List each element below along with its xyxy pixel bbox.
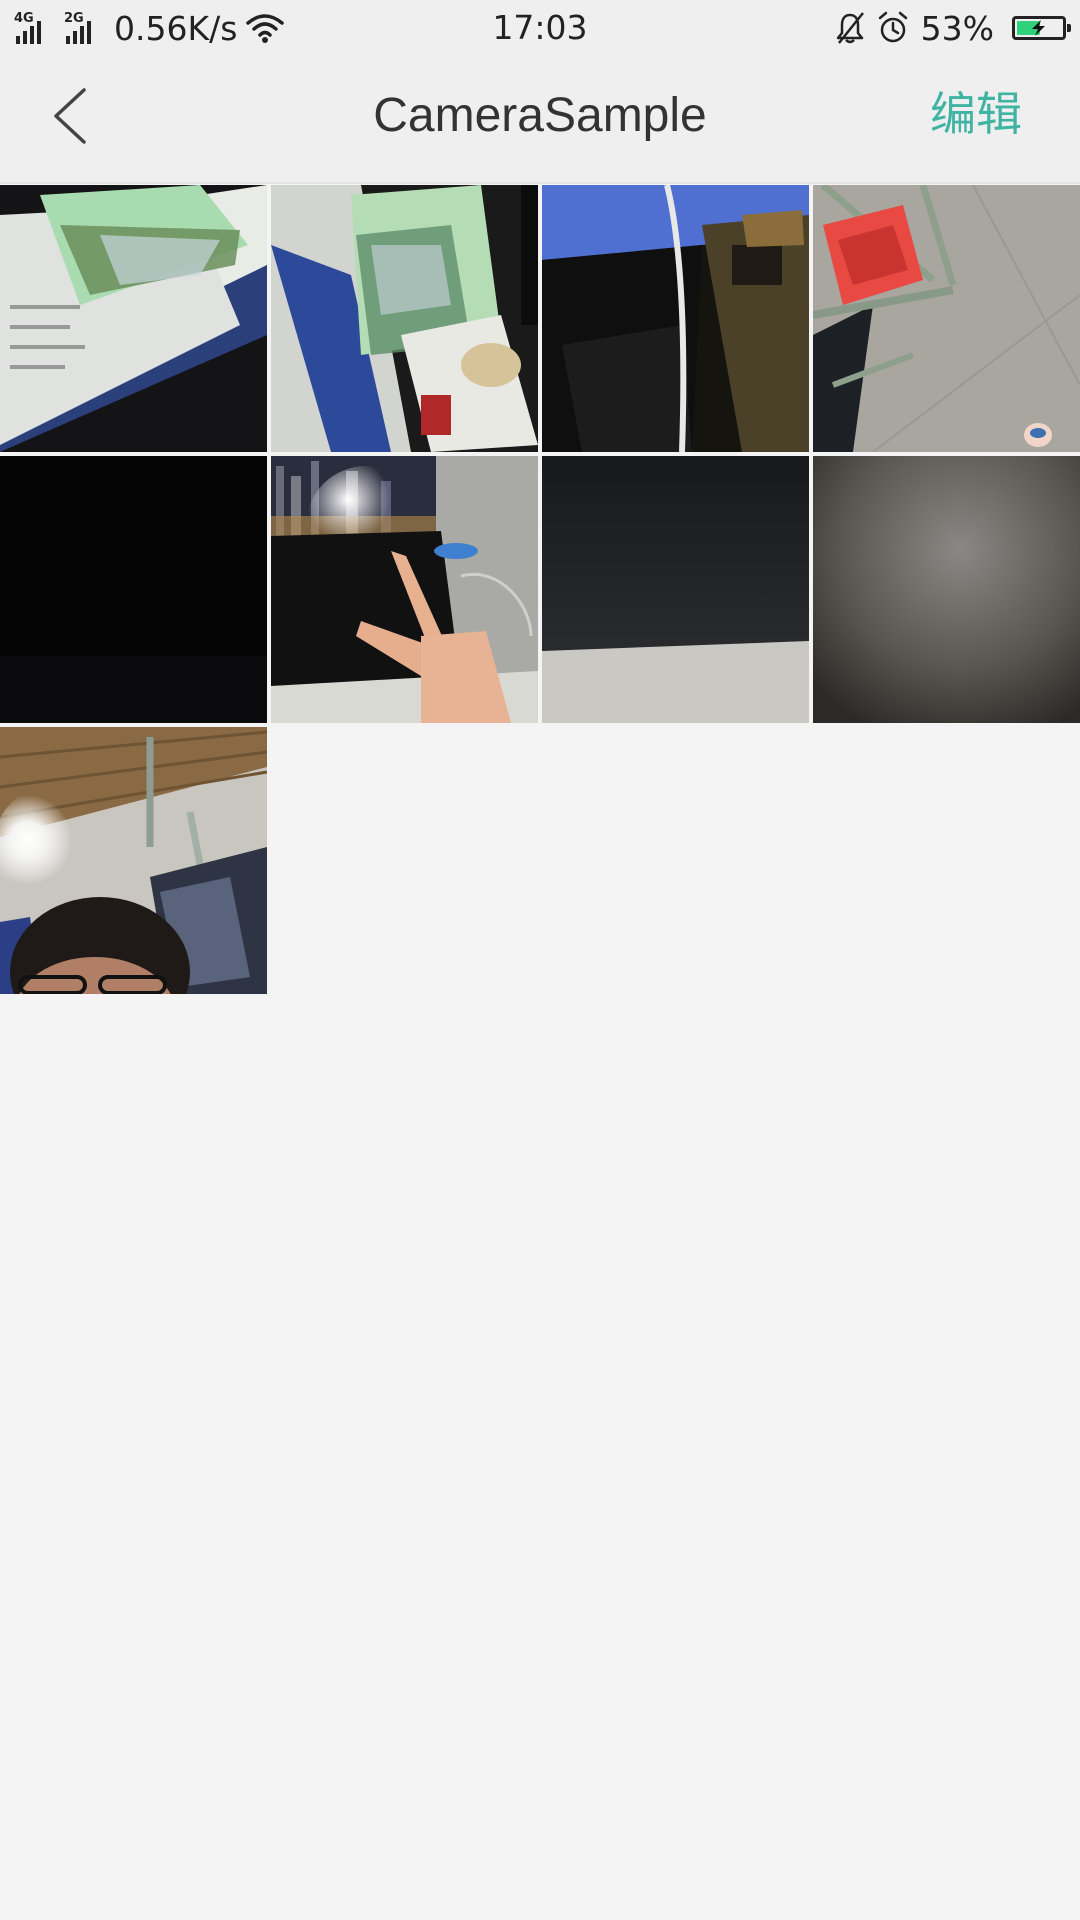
photo-thumbnail[interactable]: [542, 185, 809, 452]
photo-thumbnail[interactable]: [271, 185, 538, 452]
battery-percent: 53%: [920, 8, 994, 48]
photo-grid: [0, 185, 1080, 994]
alarm-icon: [877, 11, 909, 45]
photo-thumbnail[interactable]: [813, 185, 1080, 452]
bell-muted-icon: [835, 11, 865, 45]
app-bar: CameraSample 编辑: [0, 56, 1080, 184]
photo-thumbnail[interactable]: [0, 185, 267, 452]
photo-thumbnail[interactable]: [0, 456, 267, 723]
photo-thumbnail[interactable]: [813, 456, 1080, 723]
status-right: 53%: [835, 8, 1071, 48]
page-title: CameraSample: [373, 89, 707, 142]
battery-charging-icon: [1012, 16, 1071, 40]
status-bar: 4G 2G 0.56K/s 17:03 53%: [0, 0, 1080, 56]
photo-thumbnail[interactable]: [271, 456, 538, 723]
edit-button[interactable]: 编辑: [930, 84, 1022, 144]
photo-thumbnail[interactable]: [0, 727, 267, 994]
photo-thumbnail[interactable]: [542, 456, 809, 723]
